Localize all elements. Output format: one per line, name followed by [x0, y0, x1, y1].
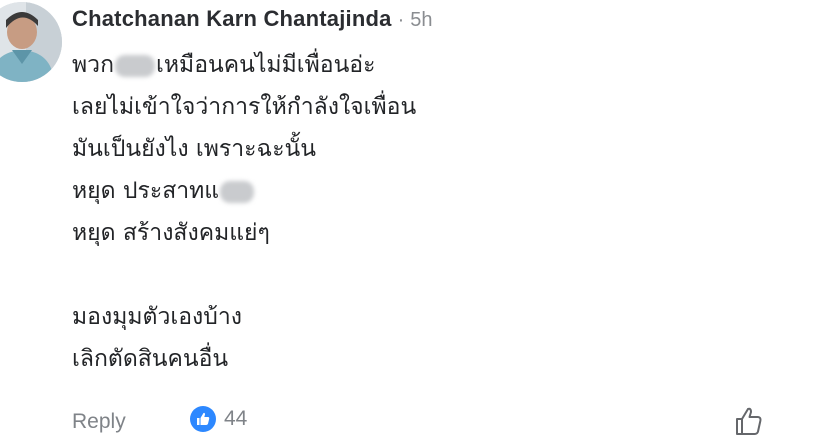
- reply-button[interactable]: Reply: [72, 410, 126, 434]
- comment-line: เลิกตัดสินคนอื่น: [72, 346, 229, 372]
- comment-text: หยุด ประสาทแ: [72, 178, 220, 204]
- meta-separator: ·: [397, 9, 405, 31]
- comment-header: Chatchanan Karn Chantajinda · 5h: [72, 6, 432, 38]
- comment-text: พวก: [72, 52, 115, 78]
- avatar[interactable]: [0, 2, 62, 82]
- comment-line: หยุด สร้างสังคมแย่ๆ: [72, 220, 270, 246]
- comment-line: มันเป็นยังไง เพราะฉะนั้น: [72, 136, 316, 162]
- reaction-summary[interactable]: 44: [190, 406, 247, 432]
- comment-actions: Reply 44: [72, 404, 802, 438]
- comment-line: เลยไม่เข้าใจว่าการให้กำลังใจเพื่อน: [72, 94, 417, 120]
- like-reaction-icon: [190, 406, 216, 432]
- comment-line: พวก เหมือนคนไม่มีเพื่อนอ่ะ: [72, 44, 772, 86]
- censored-blur: [115, 54, 156, 77]
- avatar-photo-icon: [0, 2, 62, 82]
- comment-text: เหมือนคนไม่มีเพื่อนอ่ะ: [156, 52, 376, 78]
- comment: Chatchanan Karn Chantajinda · 5h พวก เหมื…: [0, 0, 820, 438]
- comment-body: พวก เหมือนคนไม่มีเพื่อนอ่ะ เลยไม่เข้าใจว่…: [72, 44, 772, 380]
- censored-blur: [220, 180, 255, 203]
- comment-line: หยุด ประสาทแ: [72, 170, 772, 212]
- like-button[interactable]: [732, 404, 766, 438]
- author-name[interactable]: Chatchanan Karn Chantajinda: [72, 6, 392, 32]
- like-count: 44: [224, 407, 248, 430]
- timestamp[interactable]: 5h: [410, 9, 432, 32]
- comment-line: มองมุมตัวเองบ้าง: [72, 304, 243, 330]
- thumbs-up-outline-icon: [736, 407, 762, 435]
